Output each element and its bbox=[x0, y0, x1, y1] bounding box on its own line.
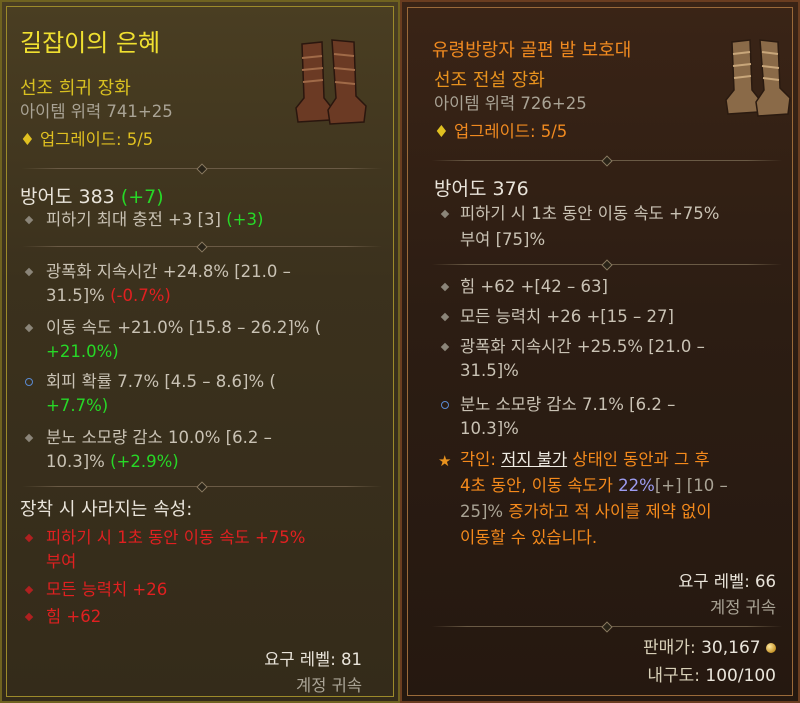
upgrade-label: 업그레이드: 5/5 bbox=[40, 130, 154, 149]
item-name: 길잡이의 은혜 bbox=[20, 29, 161, 57]
aspect-line-3: 25]% 증가하고 적 사이를 제약 없이 bbox=[460, 500, 712, 524]
aspect-text: 4초 동안, 이동 속도가 bbox=[460, 476, 613, 495]
aspect-prefix: 각인: bbox=[460, 450, 496, 469]
boots-icon bbox=[295, 39, 367, 125]
affix-delta: +21.0%) bbox=[46, 342, 119, 361]
affix-range: 31.5]% bbox=[46, 286, 105, 305]
sell-value: 30,167 bbox=[701, 638, 761, 658]
star-icon: ★ bbox=[438, 452, 452, 470]
armor-value: 방어도 383 bbox=[20, 186, 115, 208]
sell-label: 판매가: bbox=[643, 638, 696, 658]
upgrade-label: 업그레이드: 5/5 bbox=[454, 122, 568, 141]
aspect-keyword-link[interactable]: 저지 불가 bbox=[501, 450, 567, 469]
affix-row-cont: 10.3]% bbox=[460, 419, 519, 438]
aspect-line-4: 이동할 수 있습니다. bbox=[460, 528, 598, 547]
left-item-tooltip: 길잡이의 은혜 선조 희귀 장화 아이템 위력 741+25 ♦ 업그레이드: … bbox=[0, 0, 400, 703]
armor-stat: 방어도 383 (+7) bbox=[20, 182, 164, 209]
item-rarity: 선조 전설 장화 bbox=[434, 70, 545, 91]
upgrade-status: ♦ 업그레이드: 5/5 bbox=[20, 128, 153, 152]
account-bound: 계정 귀속 bbox=[710, 598, 776, 617]
affix-row: 광폭화 지속시간 +25.5% [21.0 – bbox=[460, 337, 705, 356]
item-power: 아이템 위력 741+25 bbox=[20, 102, 173, 121]
affix-row: 이동 속도 +21.0% [15.8 – 26.2]% ( bbox=[46, 318, 322, 337]
implicit-stat-cont: 부여 [75]% bbox=[460, 230, 546, 249]
greater-affix-icon bbox=[25, 378, 33, 386]
item-name: 유령방랑자 골편 발 보호대 bbox=[432, 40, 632, 61]
armor-bonus: (+7) bbox=[120, 186, 164, 208]
affix-row: 분노 소모량 감소 7.1% [6.2 – bbox=[460, 395, 676, 414]
lost-property: 힘 +62 bbox=[46, 607, 102, 626]
lost-property-cont: 부여 bbox=[46, 552, 77, 571]
sell-price: 판매가: 30,167 bbox=[643, 636, 776, 660]
boots-icon bbox=[725, 39, 791, 117]
affix-row-cont: 10.3]% (+2.9%) bbox=[46, 450, 179, 474]
divider bbox=[432, 160, 782, 161]
lost-properties-title: 장착 시 사라지는 속성: bbox=[20, 499, 193, 520]
item-rarity: 선조 희귀 장화 bbox=[20, 78, 131, 99]
implicit-stat: 피하기 최대 충전 +3 [3] (+3) bbox=[46, 208, 263, 232]
diamond-icon: ♦ bbox=[434, 122, 449, 141]
lost-property: 피하기 시 1초 동안 이동 속도 +75% bbox=[46, 528, 306, 547]
durability-value: 100/100 bbox=[705, 666, 776, 686]
divider bbox=[432, 264, 782, 265]
required-level: 요구 레벨: 81 bbox=[264, 650, 362, 669]
affix-row: 분노 소모량 감소 10.0% [6.2 – bbox=[46, 428, 272, 447]
implicit-bonus: (+3) bbox=[226, 210, 264, 229]
affix-row: 회피 확률 7.7% [4.5 – 8.6]% ( bbox=[46, 372, 276, 391]
divider bbox=[22, 168, 382, 169]
divider bbox=[22, 246, 382, 247]
aspect-line-2: 4초 동안, 이동 속도가 22%[+] [10 – bbox=[460, 474, 728, 498]
implicit-text: 피하기 최대 충전 +3 [3] bbox=[46, 210, 221, 229]
greater-affix-icon bbox=[441, 401, 449, 409]
upgrade-status: ♦ 업그레이드: 5/5 bbox=[434, 120, 567, 144]
aspect-value: 22% bbox=[618, 476, 655, 495]
affix-row: 광폭화 지속시간 +24.8% [21.0 – bbox=[46, 262, 291, 281]
aspect-range: 25]% bbox=[460, 502, 504, 521]
affix-delta: (-0.7%) bbox=[110, 286, 171, 305]
divider bbox=[432, 626, 782, 627]
affix-row: 모든 능력치 +26 +[15 – 27] bbox=[460, 307, 674, 326]
account-bound: 계정 귀속 bbox=[296, 676, 362, 695]
durability-label: 내구도: bbox=[647, 666, 700, 686]
affix-row-cont: 31.5]% (-0.7%) bbox=[46, 284, 171, 308]
affix-row-cont: 31.5]% bbox=[460, 361, 519, 380]
affix-range: 10.3]% bbox=[46, 452, 105, 471]
right-item-tooltip: 유령방랑자 골편 발 보호대 선조 전설 장화 아이템 위력 726+25 ♦ … bbox=[400, 0, 800, 703]
aspect-line-1: 각인: 저지 불가 상태인 동안과 그 후 bbox=[460, 448, 710, 472]
aspect-text: 증가하고 적 사이를 제약 없이 bbox=[508, 502, 712, 521]
aspect-range: [+] [10 – bbox=[654, 476, 728, 495]
diamond-icon: ♦ bbox=[20, 130, 35, 149]
required-level: 요구 레벨: 66 bbox=[678, 572, 776, 591]
aspect-text: 상태인 동안과 그 후 bbox=[572, 450, 710, 469]
gold-coin-icon bbox=[766, 643, 776, 653]
affix-delta: (+2.9%) bbox=[110, 452, 179, 471]
affix-delta: +7.7%) bbox=[46, 396, 109, 415]
durability: 내구도: 100/100 bbox=[647, 664, 776, 688]
affix-row: 힘 +62 +[42 – 63] bbox=[460, 277, 608, 296]
item-power: 아이템 위력 726+25 bbox=[434, 94, 587, 113]
divider bbox=[22, 486, 382, 487]
lost-property: 모든 능력치 +26 bbox=[46, 580, 168, 599]
implicit-stat: 피하기 시 1초 동안 이동 속도 +75% bbox=[460, 204, 720, 223]
armor-stat: 방어도 376 bbox=[434, 178, 529, 200]
